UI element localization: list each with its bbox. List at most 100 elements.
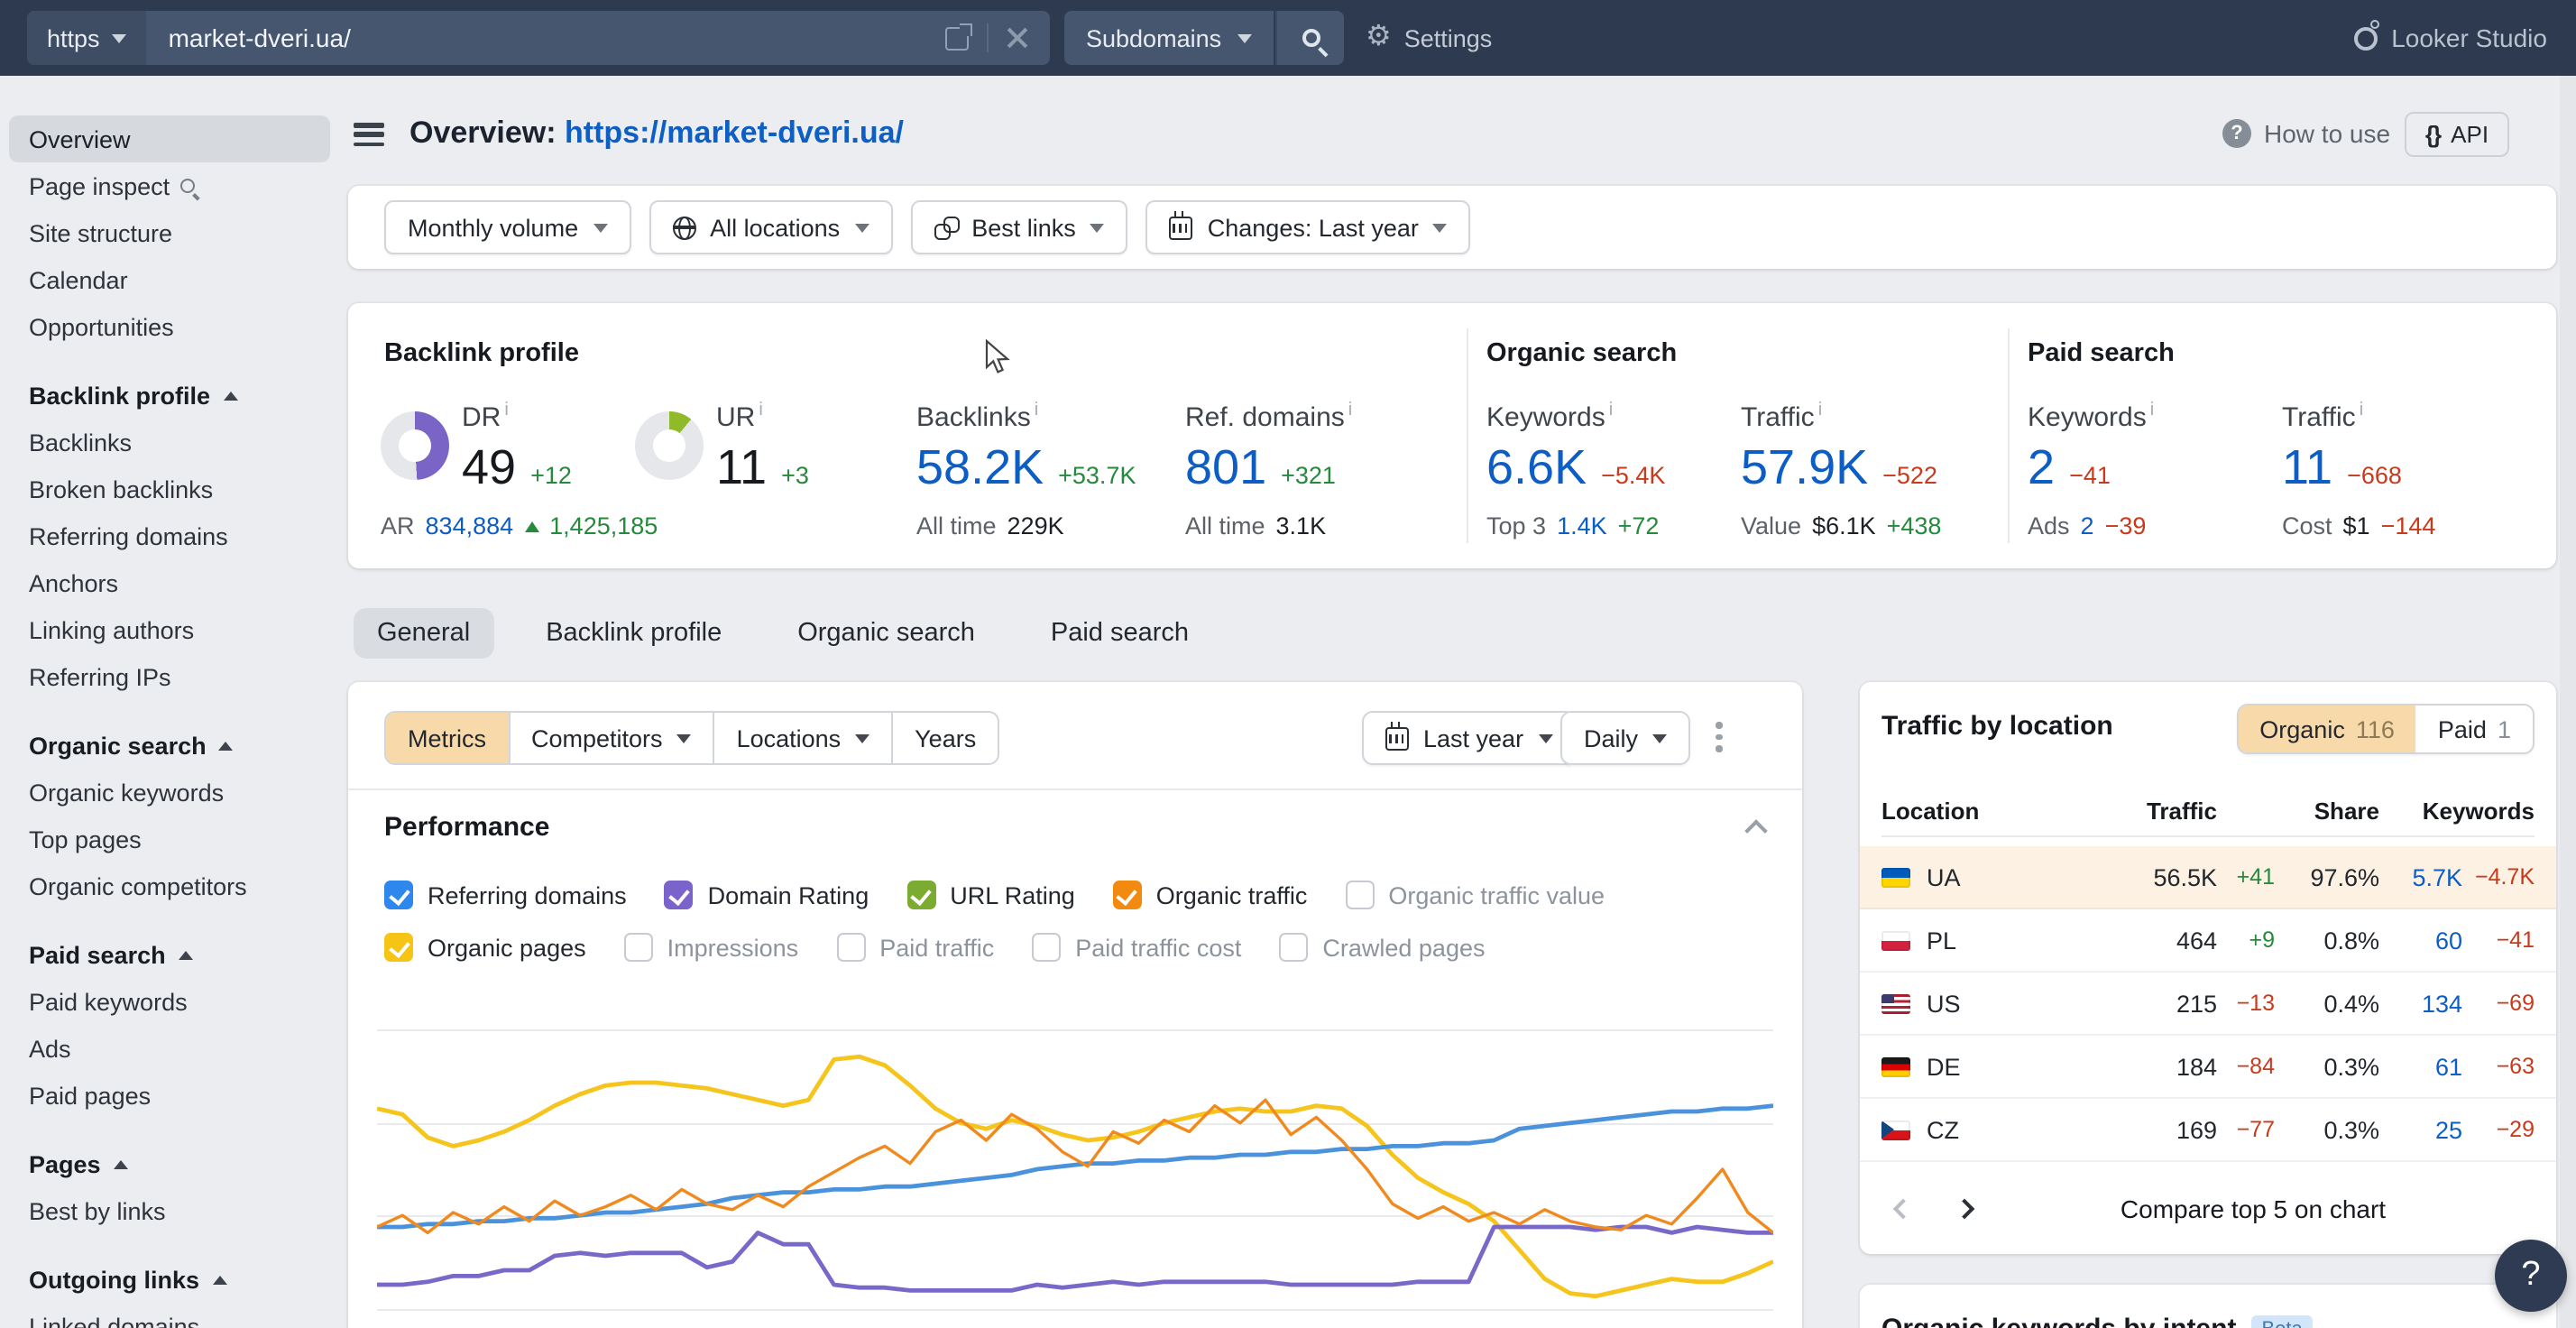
page-scrollbar[interactable] — [2560, 76, 2576, 1328]
toggle-organic[interactable]: Organic116 — [2238, 706, 2416, 752]
organic-keywords-value[interactable]: 6.6K−5.4K — [1486, 440, 1665, 496]
col-traffic[interactable]: Traffic — [2105, 798, 2217, 825]
checkbox-organic-pages[interactable]: Organic pages — [384, 933, 586, 962]
hamburger-icon[interactable] — [354, 123, 384, 146]
sidebar-item-page-inspect[interactable]: Page inspect — [9, 162, 330, 209]
table-row-us[interactable]: US 215 −13 0.4% 134 −69 — [1860, 973, 2556, 1036]
paid-traffic-value[interactable]: 11−668 — [2282, 440, 2402, 496]
keywords-link[interactable]: 134 — [2379, 990, 2462, 1017]
kebab-menu-icon[interactable] — [1716, 722, 1723, 757]
segment-years[interactable]: Years — [891, 713, 998, 763]
tab-organic-search[interactable]: Organic search — [774, 608, 998, 659]
col-location[interactable]: Location — [1881, 798, 2105, 825]
sidebar-item-broken-backlinks[interactable]: Broken backlinks — [9, 466, 330, 512]
sidebar-item-referring-domains[interactable]: Referring domains — [9, 512, 330, 559]
sidebar-item-referring-ips[interactable]: Referring IPs — [9, 653, 330, 700]
segment-metrics[interactable]: Metrics — [386, 713, 508, 763]
keywords-link[interactable]: 61 — [2379, 1053, 2462, 1080]
checkbox-domain-rating[interactable]: Domain Rating — [665, 881, 869, 909]
table-row-ua[interactable]: UA 56.5K +41 97.6% 5.7K −4.7K — [1860, 846, 2556, 909]
best-links-dropdown[interactable]: Best links — [910, 200, 1128, 254]
toggle-paid[interactable]: Paid1 — [2416, 706, 2533, 752]
sidebar-group-organic-search[interactable]: Organic search — [0, 722, 339, 769]
segment-competitors[interactable]: Competitors — [508, 713, 713, 763]
sidebar-item-linking-authors[interactable]: Linking authors — [9, 606, 330, 653]
sidebar-item-organic-keywords[interactable]: Organic keywords — [9, 769, 330, 816]
looker-studio-link[interactable]: Looker Studio — [2353, 0, 2547, 76]
keywords-link[interactable]: 60 — [2379, 927, 2462, 954]
granularity-button[interactable]: Daily — [1560, 711, 1690, 765]
sidebar-group-pages[interactable]: Pages — [0, 1140, 339, 1187]
protocol-dropdown[interactable]: https — [27, 11, 147, 65]
sidebar-item-calendar[interactable]: Calendar — [9, 256, 330, 303]
how-to-use-button[interactable]: ? How to use — [2222, 119, 2390, 148]
sidebar-item-linked-domains[interactable]: Linked domains — [9, 1303, 330, 1328]
checkbox-organic-traffic[interactable]: Organic traffic — [1113, 881, 1308, 909]
sidebar-item-paid-pages[interactable]: Paid pages — [9, 1072, 330, 1119]
performance-chart[interactable] — [377, 1003, 1773, 1324]
keywords-link[interactable]: 25 — [2379, 1116, 2462, 1143]
monthly-volume-dropdown[interactable]: Monthly volume — [384, 200, 630, 254]
info-icon[interactable]: i — [1818, 401, 1822, 420]
info-icon[interactable]: i — [1609, 401, 1613, 420]
segment-locations[interactable]: Locations — [713, 713, 892, 763]
paid-keywords-value[interactable]: 2−41 — [2028, 440, 2111, 496]
locations-filter-dropdown[interactable]: All locations — [649, 200, 892, 254]
col-keywords[interactable]: Keywords — [2379, 798, 2535, 825]
col-share[interactable]: Share — [2217, 798, 2379, 825]
ref-domains-value[interactable]: 801+321 — [1185, 440, 1336, 496]
sidebar-item-ads[interactable]: Ads — [9, 1025, 330, 1072]
help-button[interactable]: ? — [2495, 1240, 2567, 1312]
checkbox-paid-traffic[interactable]: Paid traffic — [836, 933, 994, 962]
info-icon[interactable]: i — [1035, 401, 1038, 420]
info-icon[interactable]: i — [759, 401, 762, 420]
sidebar-item-overview[interactable]: Overview — [9, 115, 330, 162]
checkbox-paid-traffic-cost[interactable]: Paid traffic cost — [1032, 933, 1241, 962]
open-external-icon[interactable] — [945, 26, 969, 50]
sidebar-item-top-pages[interactable]: Top pages — [9, 816, 330, 862]
checkbox-organic-traffic-value[interactable]: Organic traffic value — [1345, 881, 1605, 909]
tab-backlink-profile[interactable]: Backlink profile — [522, 608, 745, 659]
sidebar-item-paid-keywords[interactable]: Paid keywords — [9, 978, 330, 1025]
settings-button[interactable]: ⚙ Settings — [1366, 0, 1492, 76]
sidebar-item-opportunities[interactable]: Opportunities — [9, 303, 330, 350]
ads-value[interactable]: 2 — [2081, 512, 2094, 540]
sidebar-item-site-structure[interactable]: Site structure — [9, 209, 330, 256]
info-icon[interactable]: i — [504, 401, 508, 420]
checkbox-referring-domains[interactable]: Referring domains — [384, 881, 627, 909]
info-icon[interactable]: i — [1348, 401, 1352, 420]
compare-top5-link[interactable]: Compare top 5 on chart — [1972, 1194, 2535, 1223]
keywords-link[interactable]: 5.7K — [2379, 863, 2462, 890]
target-url-input[interactable]: market-dveri.ua/ — [147, 23, 945, 52]
info-icon[interactable]: i — [2150, 401, 2154, 420]
date-range-button[interactable]: Last year — [1362, 711, 1576, 765]
sidebar-item-best-by-links[interactable]: Best by links — [9, 1187, 330, 1234]
table-row-pl[interactable]: PL 464 +9 0.8% 60 −41 — [1860, 909, 2556, 973]
top3-value[interactable]: 1.4K — [1557, 512, 1607, 540]
clear-icon[interactable] — [1007, 27, 1028, 49]
sidebar-item-organic-competitors[interactable]: Organic competitors — [9, 862, 330, 909]
mode-dropdown[interactable]: Subdomains — [1064, 11, 1274, 65]
checkbox-impressions[interactable]: Impressions — [624, 933, 799, 962]
sidebar-item-backlinks[interactable]: Backlinks — [9, 419, 330, 466]
checkbox-url-rating[interactable]: URL Rating — [906, 881, 1075, 909]
tab-general[interactable]: General — [354, 608, 493, 659]
sidebar-group-outgoing-links[interactable]: Outgoing links — [0, 1256, 339, 1303]
sidebar-group-paid-search[interactable]: Paid search — [0, 931, 339, 978]
tab-paid-search[interactable]: Paid search — [1027, 608, 1212, 659]
backlinks-value[interactable]: 58.2K+53.7K — [916, 440, 1136, 496]
changes-period-dropdown[interactable]: Changes: Last year — [1146, 200, 1471, 254]
ar-value[interactable]: 834,884 — [426, 512, 514, 540]
collapse-chevron-icon[interactable] — [1744, 819, 1767, 842]
table-row-cz[interactable]: CZ 169 −77 0.3% 25 −29 — [1860, 1099, 2556, 1162]
prev-page-icon[interactable] — [1893, 1199, 1914, 1220]
target-domain-link[interactable]: https://market-dveri.ua/ — [565, 115, 904, 150]
sidebar-group-backlink-profile[interactable]: Backlink profile — [0, 372, 339, 419]
api-button[interactable]: {} API — [2405, 112, 2509, 157]
organic-traffic-value[interactable]: 57.9K−522 — [1741, 440, 1937, 496]
checkbox-crawled-pages[interactable]: Crawled pages — [1279, 933, 1485, 962]
info-icon[interactable]: i — [2360, 401, 2363, 420]
sidebar-item-anchors[interactable]: Anchors — [9, 559, 330, 606]
search-button[interactable] — [1275, 11, 1344, 65]
table-row-de[interactable]: DE 184 −84 0.3% 61 −63 — [1860, 1036, 2556, 1099]
